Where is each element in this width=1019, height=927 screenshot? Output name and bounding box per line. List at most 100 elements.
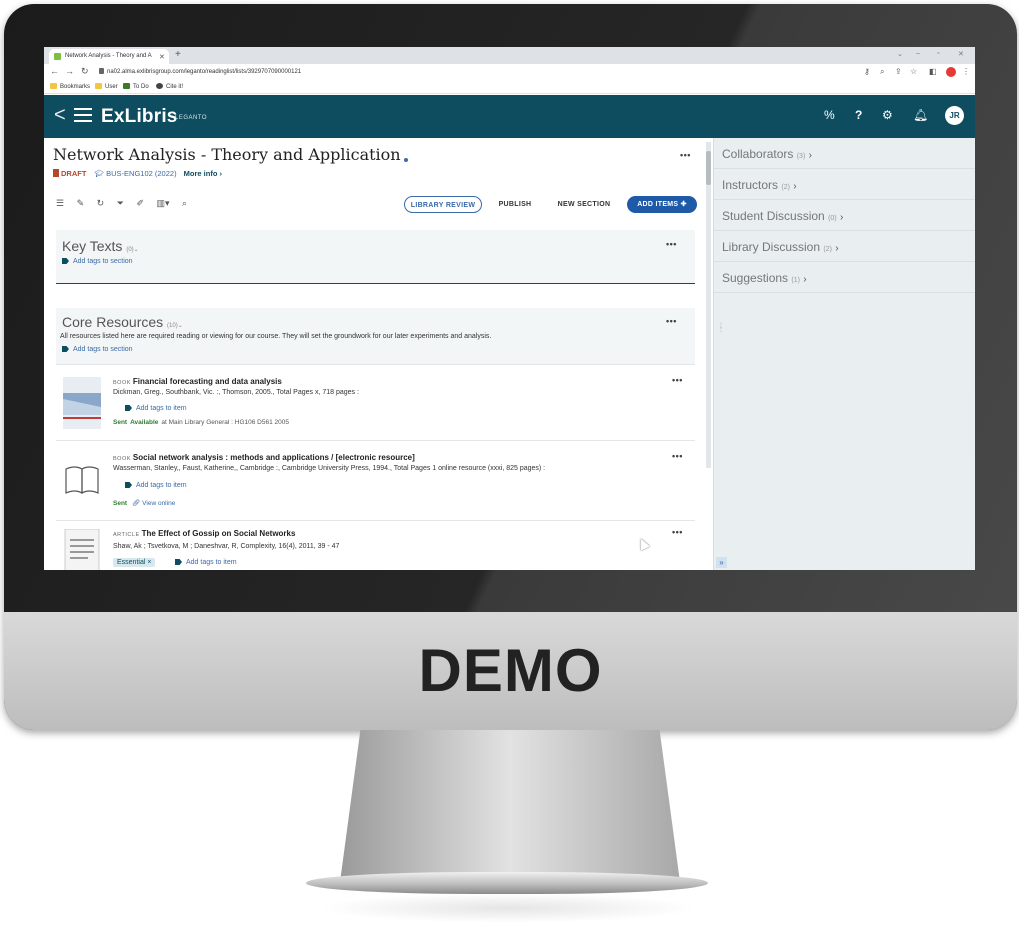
section-more-options-button[interactable]: ••• [666,316,677,326]
hamburger-menu-icon[interactable] [74,108,92,122]
bookmark-label: Bookmarks [60,84,91,90]
sidebar-item-student-discussion[interactable]: Student Discussion (0) › [714,200,975,231]
help-icon[interactable]: ? [855,108,862,122]
forward-arrow-icon[interactable]: → [65,66,74,76]
filter-icon[interactable]: ⏷ [117,198,124,208]
maximize-icon[interactable]: ▫ [937,50,939,57]
zoom-icon[interactable]: ⌕ [880,67,884,77]
sidebar-item-suggestions[interactable]: Suggestions (1) › [714,262,975,293]
leganto-favicon-icon [54,53,61,60]
book-cover-thumbnail [63,377,101,429]
user-avatar[interactable]: JR [945,106,964,125]
section-title[interactable]: Key Texts (0)⌄ [62,238,139,254]
status-badge: DRAFT [61,169,87,178]
item-title[interactable]: BOOK Social network analysis : methods an… [113,453,415,462]
chevron-down-icon[interactable]: ⌄ [134,247,139,253]
share-icon[interactable]: ⇪ [895,67,902,76]
add-tags-to-item-link[interactable]: Add tags to item [125,482,187,489]
star-icon[interactable]: ☆ [910,67,917,76]
link-icon[interactable]: % [824,108,835,122]
resize-handle-icon[interactable]: ⋮ ⋮ [718,323,724,333]
refresh-icon[interactable]: ↻ [97,198,105,208]
list-more-options-button[interactable]: ••• [680,150,691,160]
back-arrow-icon[interactable]: ← [50,66,59,76]
view-online-label: View online [142,500,176,507]
expand-panel-icon[interactable]: » [716,557,727,568]
sidebar-item-collaborators[interactable]: Collaborators (3) › [714,138,975,169]
add-tags-to-section-link[interactable]: Add tags to section [62,258,133,265]
sent-status: Sent [113,419,128,426]
course-link[interactable]: 🎓︎ BUS-ENG102 (2022) [95,169,177,178]
reload-icon[interactable]: ↻ [81,66,89,77]
bookmarks-bar: Bookmarks User To Do Cite it! [44,80,975,94]
search-icon[interactable]: ⌕ [182,198,187,208]
list-item[interactable]: BOOK Financial forecasting and data analy… [56,364,695,440]
library-review-button[interactable]: LIBRARY REVIEW [404,196,482,213]
screen: Network Analysis - Theory and A ✕ + ⌄ – … [44,47,975,570]
bookmark-user[interactable]: User [95,83,118,90]
sidebar-item-instructors[interactable]: Instructors (2) › [714,169,975,200]
list-item[interactable]: BOOK Social network analysis : methods an… [56,440,695,520]
tag-icon [62,346,69,352]
section-count: (10) [167,323,178,329]
monitor-stand-base [306,872,708,894]
add-items-button[interactable]: ADD ITEMS ✚ [627,196,697,213]
analytics-icon[interactable]: ▥▾ [157,198,170,208]
tag-icon [125,482,132,488]
main-scrollbar[interactable] [706,142,711,468]
essential-tag[interactable]: Essential × [113,558,156,567]
availability-status[interactable]: Available [130,419,158,426]
edit-icon[interactable]: ✎ [77,198,85,208]
pin-icon[interactable]: ✐ [136,198,144,208]
info-dot-icon[interactable] [403,158,408,162]
bookmark-bookmarks[interactable]: Bookmarks [50,83,90,90]
todo-icon [123,83,130,89]
list-item[interactable]: ARTICLE The Effect of Gossip on Social Ne… [56,520,695,570]
minimize-icon[interactable]: – [916,50,920,57]
chevron-down-icon[interactable]: ⌄ [178,323,183,329]
back-chevron-icon[interactable]: < [54,104,66,127]
sidebar-item-label: Library Discussion [722,240,821,254]
bookmark-cite-it[interactable]: Cite it! [156,83,183,90]
add-tags-to-item-link[interactable]: Add tags to item [125,405,187,412]
view-online-link[interactable]: 🔗︎ View online [132,500,175,507]
notifications-bell-icon[interactable]: 🔔︎ [913,108,928,122]
section-title-text: Core Resources [62,314,164,330]
browser-tabstrip: Network Analysis - Theory and A ✕ + ⌄ – … [44,47,975,64]
more-info-link[interactable]: More info › [184,169,222,178]
close-window-icon[interactable]: ✕ [958,50,964,58]
item-more-options-button[interactable]: ••• [672,527,683,537]
item-title[interactable]: ARTICLE The Effect of Gossip on Social Ne… [113,529,295,538]
tag-label: Add tags to section [73,258,133,265]
kebab-menu-icon[interactable]: ⋮ [962,67,970,76]
demo-label: DEMO [418,637,603,704]
list-view-icon[interactable]: ☰ [56,198,64,208]
add-tags-to-item-link[interactable]: Add tags to item [175,559,237,566]
profile-icon[interactable] [946,67,956,77]
item-title[interactable]: BOOK Financial forecasting and data analy… [113,377,282,386]
add-tags-to-section-link[interactable]: Add tags to section [62,346,133,353]
item-status: Sent 🔗︎ View online [113,499,175,507]
publish-button[interactable]: PUBLISH [491,196,539,213]
item-citation: Shaw, Ak ; Tsvetkova, M ; Daneshvar, R, … [113,543,340,550]
tab-search-icon[interactable]: ⌄ [897,50,903,58]
sidebar-item-library-discussion[interactable]: Library Discussion (2) › [714,231,975,262]
section-title[interactable]: Core Resources (10)⌄ [62,314,183,330]
item-more-options-button[interactable]: ••• [672,451,683,461]
section-more-options-button[interactable]: ••• [666,239,677,249]
sidebar-item-label: Instructors [722,178,779,192]
item-title-text: Social network analysis : methods and ap… [132,453,415,462]
key-icon[interactable]: ⚷ [864,67,870,76]
main-scrollbar-thumb[interactable] [706,151,711,185]
settings-icon[interactable]: ⚙ [882,108,893,122]
sidepanel-icon[interactable]: ◧ [929,67,937,76]
folder-icon [50,83,57,89]
new-section-button[interactable]: NEW SECTION [549,196,619,213]
item-more-options-button[interactable]: ••• [672,375,683,385]
bookmark-todo[interactable]: To Do [123,83,149,90]
url-field[interactable]: na02.alma.exlibrisgroup.com/leganto/read… [107,69,301,75]
close-tab-icon[interactable]: ✕ [159,53,165,61]
new-tab-icon[interactable]: + [175,49,181,60]
leganto-logo-text: LEGANTO [175,115,208,121]
browser-tab[interactable]: Network Analysis - Theory and A ✕ [49,49,169,64]
